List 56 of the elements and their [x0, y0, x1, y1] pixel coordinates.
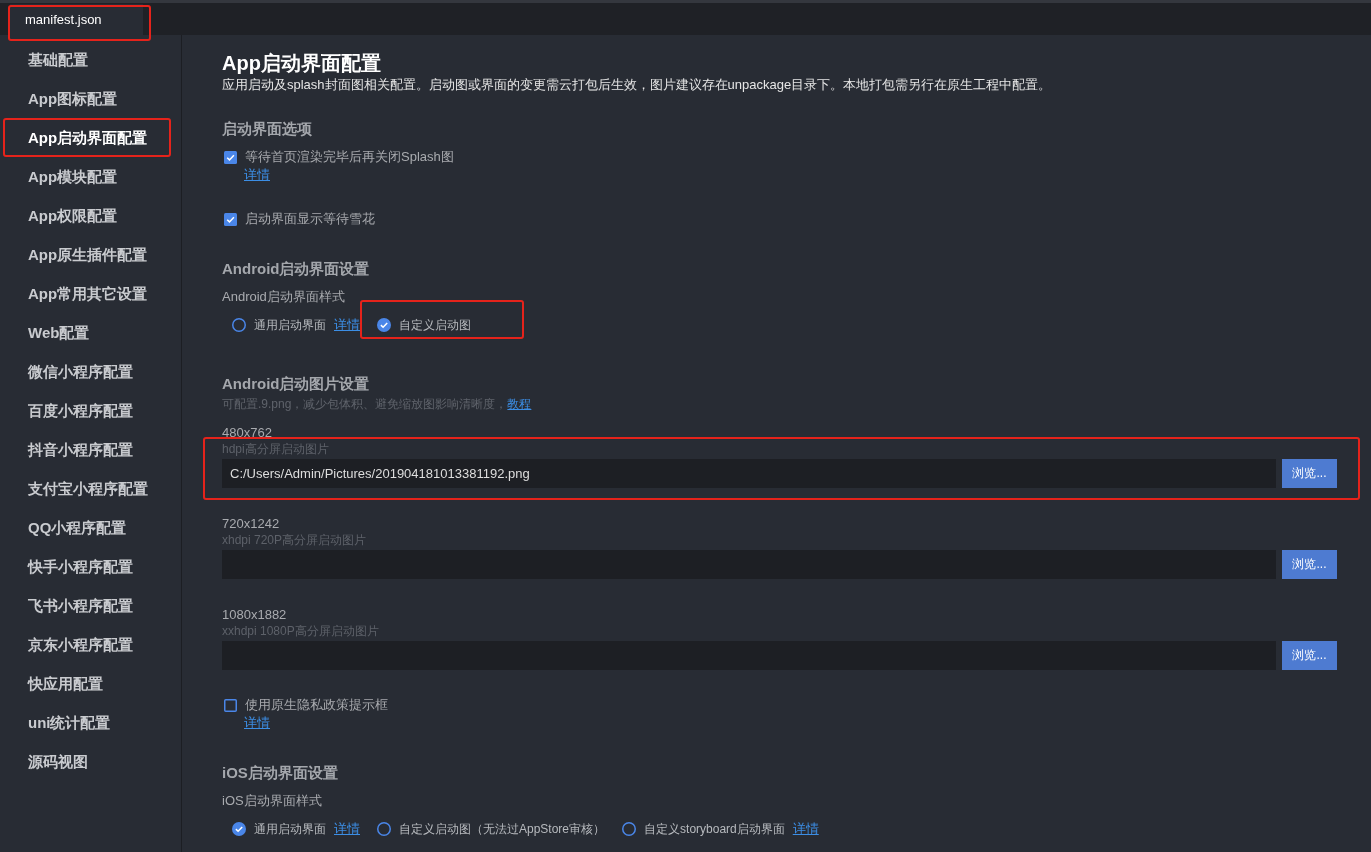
section-heading: Android启动界面设置 — [222, 260, 371, 278]
sidebar-item[interactable]: 源码视图 — [0, 742, 181, 781]
sidebar-item[interactable]: App启动界面配置 — [0, 118, 181, 157]
sidebar-item[interactable]: QQ小程序配置 — [0, 508, 181, 547]
sidebar-item[interactable]: App模块配置 — [0, 157, 181, 196]
sidebar-item[interactable]: 京东小程序配置 — [0, 625, 181, 664]
browse-button[interactable]: 浏览... — [1282, 459, 1337, 488]
details-link[interactable]: 详情 — [334, 820, 360, 838]
radio-label[interactable]: 自定义启动图 — [399, 316, 471, 334]
sidebar-item[interactable]: App权限配置 — [0, 196, 181, 235]
details-link[interactable]: 详情 — [244, 166, 270, 184]
page-title: App启动界面配置 — [222, 51, 382, 76]
radio-label[interactable]: 通用启动界面 — [254, 316, 326, 334]
sidebar-item[interactable]: 快手小程序配置 — [0, 547, 181, 586]
section-heading: Android启动图片设置 — [222, 375, 371, 393]
section-heading: 启动界面选项 — [222, 120, 313, 138]
size-label: 720x1242 — [222, 515, 281, 533]
radio-label[interactable]: 通用启动界面 — [254, 820, 326, 838]
field-label: iOS启动界面样式 — [222, 792, 323, 810]
details-link[interactable]: 详情 — [244, 714, 270, 732]
sidebar-item[interactable]: 抖音小程序配置 — [0, 430, 181, 469]
checkbox[interactable] — [224, 212, 237, 226]
radio-button[interactable] — [377, 822, 391, 836]
section-heading: iOS启动界面设置 — [222, 764, 339, 782]
radio-button[interactable] — [232, 822, 246, 836]
checkbox[interactable] — [224, 698, 237, 712]
field-label: Android启动界面样式 — [222, 288, 346, 306]
sidebar-item[interactable]: Web配置 — [0, 313, 181, 352]
browse-button[interactable]: 浏览... — [1282, 550, 1337, 579]
size-label: 480x762 — [222, 424, 273, 442]
radio-label[interactable]: 自定义启动图（无法过AppStore审核） — [399, 820, 606, 838]
radio-button[interactable] — [622, 822, 637, 836]
sidebar-item[interactable]: App原生插件配置 — [0, 235, 181, 274]
sidebar-item[interactable]: App图标配置 — [0, 79, 181, 118]
page-description: 应用启动及splash封面图相关配置。启动图或界面的变更需云打包后生效，图片建议存在unpackage目录下。本地打包需另行在原生工程中配置。 — [222, 76, 1053, 94]
checkbox-label[interactable]: 启动界面显示等待雪花 — [245, 210, 375, 228]
sidebar-item[interactable]: 飞书小程序配置 — [0, 586, 181, 625]
radio-button[interactable] — [377, 318, 391, 332]
details-link[interactable]: 详情 — [792, 820, 819, 838]
size-label: 1080x1882 — [222, 606, 288, 624]
sidebar-item[interactable]: 微信小程序配置 — [0, 352, 181, 391]
checkbox-label[interactable]: 使用原生隐私政策提示框 — [245, 696, 388, 714]
radio-button[interactable] — [232, 318, 246, 332]
sidebar-item[interactable]: App常用其它设置 — [0, 274, 181, 313]
sidebar-item[interactable]: uni统计配置 — [0, 703, 181, 742]
sidebar-item[interactable]: 快应用配置 — [0, 664, 181, 703]
sidebar-item[interactable]: 百度小程序配置 — [0, 391, 181, 430]
radio-label[interactable]: 自定义storyboard启动界面 — [644, 820, 785, 838]
sidebar-item[interactable]: 支付宝小程序配置 — [0, 469, 181, 508]
sidebar-item[interactable]: 基础配置 — [0, 40, 181, 79]
browse-button[interactable]: 浏览... — [1282, 641, 1337, 670]
file-path-field[interactable]: C:/Users/Admin/Pictures/201904181013381192.png — [222, 459, 1276, 488]
checkbox[interactable] — [224, 150, 237, 164]
checkbox-label[interactable]: 等待首页渲染完毕后再关闭Splash图 — [245, 148, 454, 166]
details-link[interactable]: 详情 — [334, 316, 360, 334]
tutorial-link[interactable]: 教程 — [507, 395, 532, 413]
